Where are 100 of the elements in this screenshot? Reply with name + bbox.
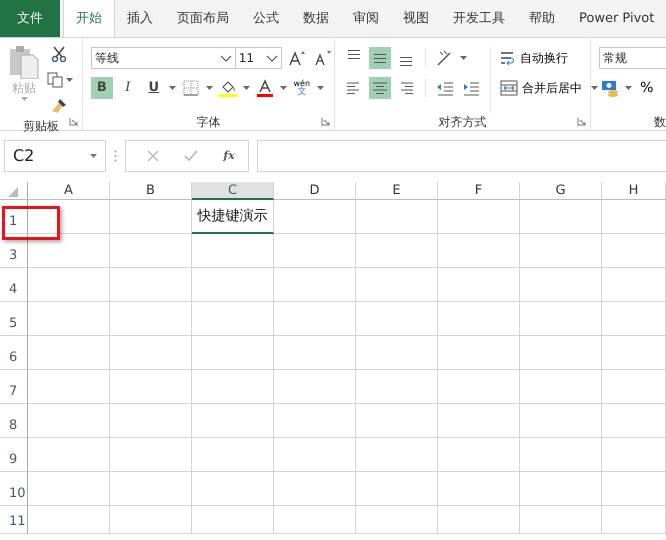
table-cell[interactable] xyxy=(28,404,110,438)
dialog-launcher-icon[interactable] xyxy=(68,117,78,126)
table-cell[interactable]: 快捷键演示 xyxy=(192,200,274,234)
caret-icon[interactable] xyxy=(590,86,598,90)
column-header[interactable]: B xyxy=(110,182,192,200)
table-cell[interactable] xyxy=(274,370,356,404)
table-cell[interactable] xyxy=(356,268,438,302)
table-cell[interactable] xyxy=(520,506,602,534)
table-cell[interactable] xyxy=(438,438,520,472)
table-cell[interactable] xyxy=(520,336,602,370)
table-cell[interactable] xyxy=(274,268,356,302)
table-cell[interactable] xyxy=(274,472,356,506)
table-cell[interactable] xyxy=(356,438,438,472)
table-cell[interactable] xyxy=(274,302,356,336)
caret-icon[interactable] xyxy=(242,86,250,90)
ribbon-tab[interactable]: 帮助 xyxy=(517,0,567,37)
table-cell[interactable] xyxy=(192,404,274,438)
table-cell[interactable] xyxy=(602,472,666,506)
font-size-dropdown[interactable]: 11 xyxy=(234,47,282,69)
italic-button[interactable]: I xyxy=(116,77,139,99)
table-cell[interactable] xyxy=(438,268,520,302)
table-cell[interactable] xyxy=(438,302,520,336)
ribbon-tab[interactable]: 开始 xyxy=(63,0,115,37)
table-cell[interactable] xyxy=(28,302,110,336)
name-box[interactable]: C2 xyxy=(4,140,106,172)
table-cell[interactable] xyxy=(110,234,192,268)
table-cell[interactable] xyxy=(28,336,110,370)
table-cell[interactable] xyxy=(192,336,274,370)
ribbon-tab[interactable]: 审阅 xyxy=(341,0,391,37)
table-cell[interactable] xyxy=(110,200,192,234)
table-cell[interactable] xyxy=(110,472,192,506)
phonetic-button[interactable]: wén 文 xyxy=(290,77,313,99)
table-cell[interactable] xyxy=(192,506,274,534)
table-cell[interactable] xyxy=(274,438,356,472)
align-center-button[interactable] xyxy=(368,77,391,99)
table-cell[interactable] xyxy=(274,234,356,268)
table-cell[interactable] xyxy=(520,438,602,472)
row-header[interactable]: 5 xyxy=(9,314,18,333)
table-cell[interactable] xyxy=(356,234,438,268)
table-cell[interactable] xyxy=(438,506,520,534)
table-cell[interactable] xyxy=(28,234,110,268)
table-cell[interactable] xyxy=(28,506,110,534)
caret-icon[interactable] xyxy=(460,56,467,60)
insert-function-button[interactable]: fx xyxy=(218,145,240,167)
table-cell[interactable] xyxy=(602,336,666,370)
table-cell[interactable] xyxy=(356,404,438,438)
ribbon-tab[interactable]: 页面布局 xyxy=(165,0,241,37)
underline-button[interactable]: U xyxy=(142,77,165,99)
table-cell[interactable] xyxy=(602,370,666,404)
formula-input[interactable] xyxy=(257,140,666,172)
row-header[interactable]: 10 xyxy=(9,484,26,503)
table-cell[interactable] xyxy=(28,200,110,234)
row-header[interactable]: 9 xyxy=(9,450,18,469)
wrap-text-button[interactable]: 自动换行 xyxy=(498,47,598,69)
column-header[interactable]: F xyxy=(438,182,520,200)
table-cell[interactable] xyxy=(356,506,438,534)
ribbon-tab[interactable]: 插入 xyxy=(115,0,165,37)
table-cell[interactable] xyxy=(520,404,602,438)
table-cell[interactable] xyxy=(438,200,520,234)
table-cell[interactable] xyxy=(438,336,520,370)
table-cell[interactable] xyxy=(602,200,666,234)
table-cell[interactable] xyxy=(520,200,602,234)
align-middle-button[interactable] xyxy=(368,47,391,69)
number-format-dropdown[interactable]: 常规 xyxy=(598,47,666,69)
table-cell[interactable] xyxy=(602,404,666,438)
table-cell[interactable] xyxy=(602,234,666,268)
table-cell[interactable] xyxy=(356,370,438,404)
table-cell[interactable] xyxy=(520,302,602,336)
table-cell[interactable] xyxy=(602,268,666,302)
table-cell[interactable] xyxy=(274,404,356,438)
table-cell[interactable] xyxy=(110,268,192,302)
row-header[interactable]: 6 xyxy=(9,348,18,367)
table-cell[interactable] xyxy=(438,234,520,268)
table-cell[interactable] xyxy=(28,472,110,506)
ribbon-tab[interactable]: 视图 xyxy=(391,0,441,37)
caret-icon[interactable] xyxy=(624,86,632,90)
percent-button[interactable]: % xyxy=(636,77,658,99)
table-cell[interactable] xyxy=(356,472,438,506)
table-cell[interactable] xyxy=(520,234,602,268)
table-cell[interactable] xyxy=(110,336,192,370)
caret-icon[interactable] xyxy=(280,86,287,90)
font-name-dropdown[interactable]: 等线 xyxy=(90,47,236,69)
caret-icon[interactable] xyxy=(206,86,213,90)
table-cell[interactable] xyxy=(192,302,274,336)
row-header[interactable]: 1 xyxy=(9,212,18,231)
column-header[interactable]: D xyxy=(274,182,356,200)
table-cell[interactable] xyxy=(438,370,520,404)
table-cell[interactable] xyxy=(192,234,274,268)
table-cell[interactable] xyxy=(192,268,274,302)
file-tab[interactable]: 文件 xyxy=(0,0,60,37)
table-cell[interactable] xyxy=(110,302,192,336)
table-cell[interactable] xyxy=(192,370,274,404)
dialog-launcher-icon[interactable] xyxy=(576,117,586,126)
table-cell[interactable] xyxy=(520,268,602,302)
ribbon-tab[interactable]: 公式 xyxy=(241,0,291,37)
table-cell[interactable] xyxy=(28,438,110,472)
row-header[interactable]: 8 xyxy=(9,416,18,435)
table-cell[interactable] xyxy=(356,336,438,370)
table-cell[interactable] xyxy=(274,506,356,534)
table-cell[interactable] xyxy=(520,370,602,404)
